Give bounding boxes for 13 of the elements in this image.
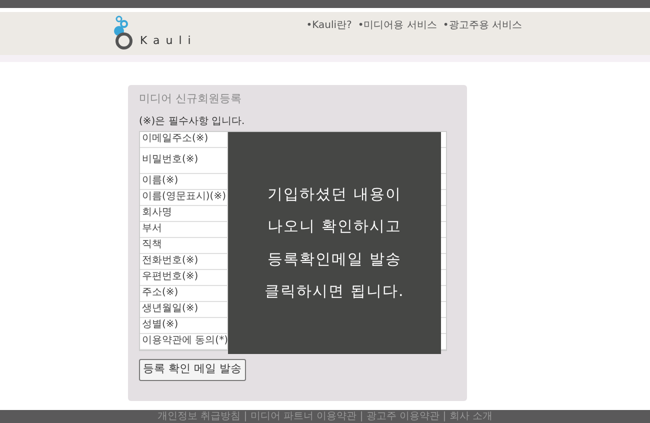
- logo-text: Kauli: [140, 32, 197, 48]
- instruction-text: 나오니 확인하시고: [268, 216, 402, 237]
- bubbles-logo-icon: [112, 15, 134, 51]
- required-note: (※)은 필수사항 입니다.: [139, 114, 246, 128]
- nav-link[interactable]: •미디어용 서비스: [358, 18, 437, 33]
- instruction-text: 클릭하시면 됩니다.: [264, 281, 404, 302]
- form-title: 미디어 신규회원등록: [139, 91, 242, 107]
- nav-link[interactable]: •Kauli란?: [306, 18, 352, 33]
- instruction-text: 등록확인메일 발송: [268, 248, 402, 270]
- instruction-text: 기입하셨던 내용이: [268, 184, 402, 204]
- footer-links: 개인정보 취급방침 | 미디어 파트너 이용약관 | 광고주 이용약관 | 회사 소개: [157, 410, 493, 423]
- send-confirmation-button[interactable]: 등록 확인 메일 발송: [139, 358, 246, 380]
- nav-link[interactable]: •광고주용 서비스: [442, 18, 522, 33]
